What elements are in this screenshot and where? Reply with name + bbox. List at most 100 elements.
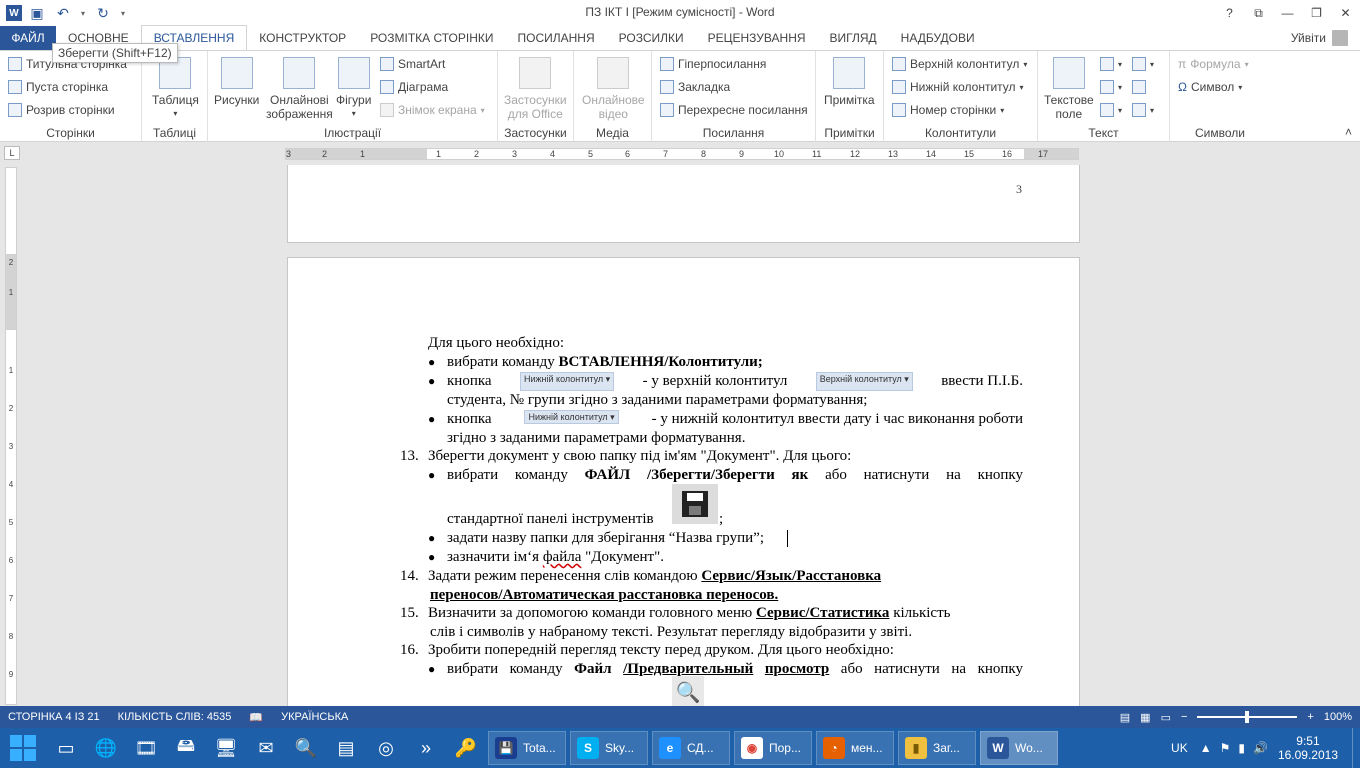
taskbar-app-firefox[interactable]: ◔ мен... [816,731,894,765]
taskbar-app-folder[interactable]: ▮ Заг... [898,731,976,765]
online-pictures-label: Онлайнові [270,93,329,107]
network-icon[interactable]: 🌐 [88,732,124,764]
pictures-button[interactable]: Рисунки [214,57,259,107]
drive-icon[interactable]: 🖴 [168,732,204,764]
smartart-icon [380,57,394,71]
word-app-icon[interactable]: W [6,5,22,21]
collapse-ribbon-button[interactable]: ˄ [1345,125,1352,139]
smartart-button[interactable]: SmartArt [380,57,445,71]
customize-qat-icon[interactable]: ▾ [118,3,128,23]
web-layout-icon[interactable]: ▭ [1161,711,1171,724]
zoom-level[interactable]: 100% [1324,711,1352,723]
header-button[interactable]: Верхній колонтитул ▾ [892,57,1027,71]
media-icon[interactable]: ◎ [368,732,404,764]
page-break-button[interactable]: Розрив сторінки [8,103,115,117]
zoom-out-icon[interactable]: − [1181,711,1187,723]
horizontal-ruler[interactable]: 3 2 1 1 2 3 4 5 6 7 8 9 10 11 12 13 14 1… [285,148,1079,160]
network-tray-icon[interactable]: ▮ [1238,741,1245,755]
minimize-button[interactable]: — [1273,0,1302,26]
clock[interactable]: 9:51 16.09.2013 [1278,734,1338,762]
overflow-icon[interactable]: » [408,732,444,764]
taskbar-app-chrome[interactable]: ◉ Пор... [734,731,812,765]
comment-button[interactable]: Примітка [824,57,875,107]
group-text-label: Текст [1088,126,1119,140]
tray-expand-icon[interactable]: ▲ [1200,741,1212,755]
user-account[interactable]: Уйвіти [1291,30,1348,46]
vertical-ruler[interactable]: 2 1 1 2 3 4 5 6 7 8 9 [5,167,17,705]
online-pictures-button[interactable]: Онлайнові зображення [266,57,333,121]
wordart-button[interactable]: ▾ [1100,80,1147,94]
equation-button[interactable]: π Формула ▾ [1178,57,1249,71]
page-count[interactable]: СТОРІНКА 4 ІЗ 21 [8,711,100,723]
volume-icon[interactable]: 🔊 [1253,741,1268,755]
ruler-tick: 4 [8,480,14,489]
word-count[interactable]: КІЛЬКІСТЬ СЛІВ: 4535 [118,711,232,723]
zoom-slider[interactable] [1197,711,1298,723]
zoom-slider-thumb[interactable] [1245,711,1250,723]
taskbar-app-word[interactable]: W Wo... [980,731,1058,765]
computer-icon[interactable]: 🖥 [208,732,244,764]
language[interactable]: УКРАЇНСЬКА [281,711,348,723]
proofing-icon[interactable]: 📖 [249,711,263,724]
search-icon[interactable]: 🔍 [288,732,324,764]
paragraph: кнопка Нижній колонтитул ▾ - у верхній к… [447,372,1023,391]
show-desktop-button[interactable] [1352,728,1360,768]
screenshot-button[interactable]: Знімок екрана ▾ [380,103,485,117]
cross-reference-button[interactable]: Перехресне посилання [660,103,808,117]
bookmark-button[interactable]: Закладка [660,80,730,94]
tab-file[interactable]: ФАЙЛ [0,26,56,50]
document-canvas[interactable]: 3 Для цього необхідно: ● вибрати команду… [20,165,1360,706]
input-language[interactable]: UK [1171,741,1188,755]
tab-mailings[interactable]: РОЗСИЛКИ [607,26,696,50]
tab-addins[interactable]: НАДБУДОВИ [889,26,987,50]
undo-icon[interactable]: ↶ [52,3,74,23]
chart-button[interactable]: Діаграма [380,80,448,94]
page-number-button[interactable]: Номер сторінки ▾ [892,103,1004,117]
signature-line-icon[interactable] [1132,57,1147,71]
page[interactable]: 3 [287,165,1080,243]
object-icon[interactable] [1132,103,1147,117]
shapes-button[interactable]: Фігури ▾ [336,57,371,121]
taskbar-app-skype[interactable]: S Sky... [570,731,648,765]
quick-parts-button[interactable]: ▾ ▾ [1100,57,1154,71]
tab-selector[interactable]: L [4,146,20,160]
help-button[interactable]: ? [1215,0,1244,26]
online-video-button[interactable]: Онлайнове відео [582,57,645,121]
text-box-button[interactable]: Текстове поле [1044,57,1094,121]
close-button[interactable]: ✕ [1331,0,1360,26]
restore-button[interactable]: ❐ [1302,0,1331,26]
save-icon[interactable]: ▣ [26,3,48,23]
flag-icon[interactable]: ⚑ [1220,741,1231,755]
tab-references[interactable]: ПОСИЛАННЯ [506,26,607,50]
mail-icon[interactable]: ✉ [248,732,284,764]
redo-icon[interactable]: ↻ [92,3,114,23]
symbol-button[interactable]: Ω Символ ▾ [1178,80,1242,94]
tab-view[interactable]: ВИГЛЯД [818,26,889,50]
window-icon[interactable]: ▤ [328,732,364,764]
tab-review[interactable]: РЕЦЕНЗУВАННЯ [696,26,818,50]
read-mode-icon[interactable]: ▤ [1120,711,1130,724]
footer-button[interactable]: Нижній колонтитул ▾ [892,80,1024,94]
ribbon-display-options-button[interactable]: ⧉ [1244,0,1273,26]
bullet-icon: ● [428,468,436,482]
undo-dropdown-icon[interactable]: ▾ [78,3,88,23]
taskbar-app-ie[interactable]: e СД... [652,731,730,765]
drop-cap-button[interactable]: ▾ ▾ [1100,103,1154,117]
taskbar-app-total[interactable]: 💾 Tota... [488,731,566,765]
apps-for-office-button[interactable]: Застосунки для Office [504,57,567,121]
date-time-icon[interactable] [1132,80,1147,94]
zoom-in-icon[interactable]: + [1307,711,1313,723]
key-icon[interactable]: 🔑 [448,732,484,764]
tab-design[interactable]: КОНСТРУКТОР [247,26,358,50]
paragraph: студента, № групи згідно з заданими пара… [447,392,868,408]
start-button[interactable] [0,728,46,768]
film-icon[interactable]: 🎞 [128,732,164,764]
smartart-label: SmartArt [398,57,446,71]
desktop-icon[interactable]: ▭ [48,732,84,764]
page[interactable]: Для цього необхідно: ● вибрати команду В… [287,257,1080,706]
blank-page-button[interactable]: Пуста сторінка [8,80,108,94]
print-layout-icon[interactable]: ▦ [1140,711,1150,724]
table-button[interactable]: Таблиця ▾ [152,57,199,121]
tab-page-layout[interactable]: РОЗМІТКА СТОРІНКИ [358,26,505,50]
hyperlink-button[interactable]: Гіперпосилання [660,57,766,71]
